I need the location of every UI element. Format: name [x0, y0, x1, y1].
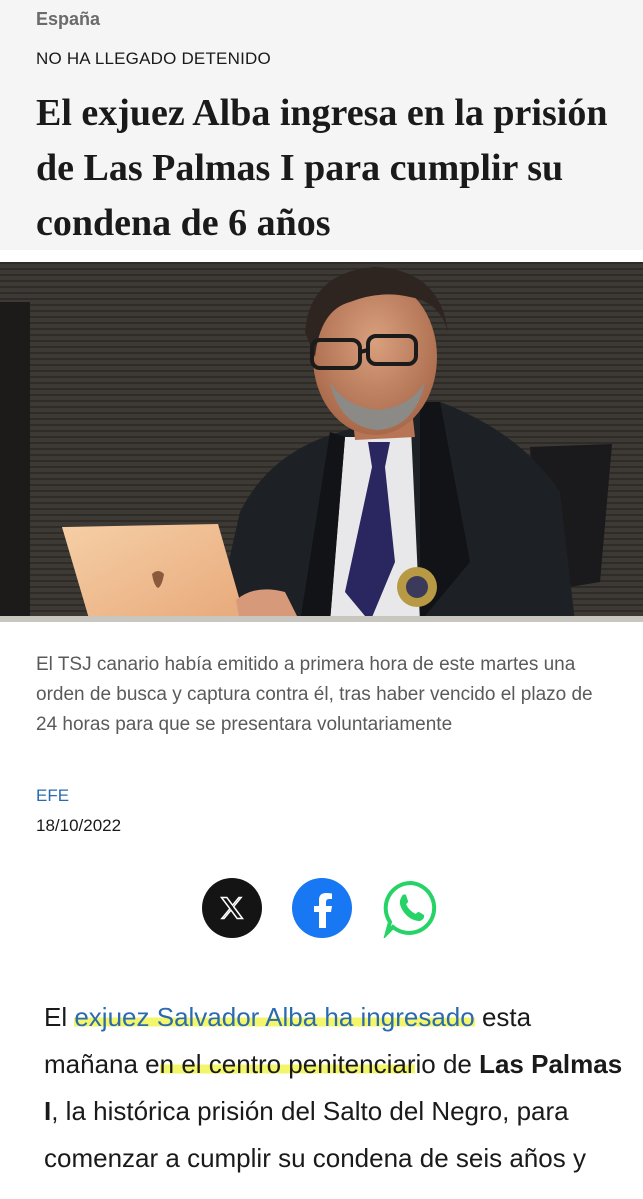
kicker: NO HA LLEGADO DETENIDO: [36, 49, 271, 68]
photo-credit[interactable]: EFE: [36, 786, 69, 806]
body-text-end: , la histórica prisión del Salto del Neg…: [44, 1096, 586, 1173]
photo-caption: El TSJ canario había emitido a primera h…: [36, 654, 593, 735]
body-highlight-centro: n el centro penitenciar: [159, 1049, 416, 1079]
share-x-button[interactable]: [202, 878, 262, 938]
article-body-paragraph: El exjuez Salvador Alba ha ingresado est…: [44, 994, 624, 1182]
headline: El exjuez Alba ingresa en la prisión de …: [36, 92, 608, 244]
body-text-start: El: [44, 1002, 75, 1032]
section-label[interactable]: España: [36, 9, 100, 30]
share-facebook-button[interactable]: [292, 878, 352, 938]
publish-date: 18/10/2022: [36, 816, 122, 835]
article-photo: [0, 262, 643, 622]
facebook-logo-icon: [314, 893, 332, 928]
article-header: España NO HA LLEGADO DETENIDO El exjuez …: [0, 0, 643, 250]
share-whatsapp-button[interactable]: [381, 878, 441, 938]
body-link-exjuez[interactable]: exjuez Salvador Alba ha ingresado: [74, 1002, 475, 1032]
whatsapp-logo-icon: [383, 880, 437, 938]
body-text-mid2: io de: [415, 1049, 480, 1079]
x-logo-icon: [219, 896, 245, 920]
